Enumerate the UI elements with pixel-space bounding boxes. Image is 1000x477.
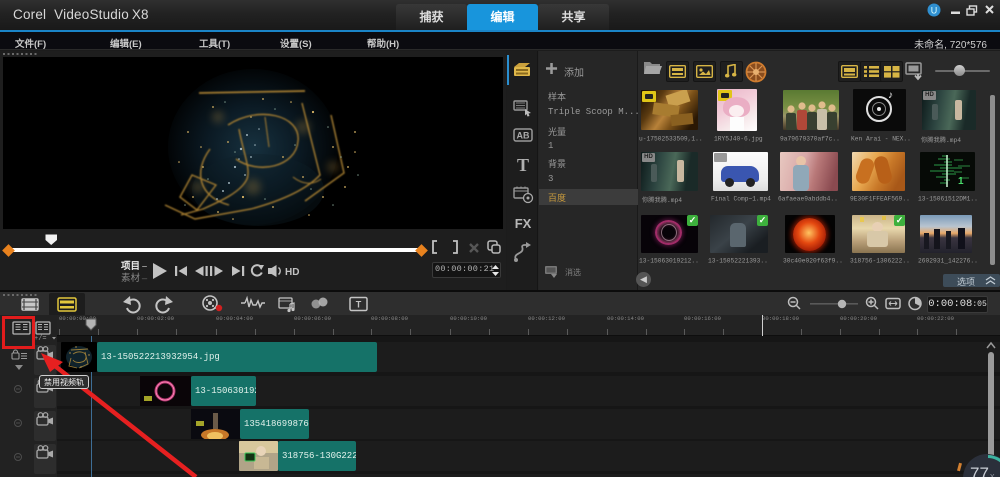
svg-text:AB: AB	[517, 131, 530, 141]
svg-text:77: 77	[970, 464, 989, 477]
svg-text:+/=: +/=	[34, 335, 47, 343]
svg-text:HD: HD	[285, 267, 299, 278]
svg-text:T: T	[517, 155, 529, 175]
svg-text:1: 1	[958, 176, 964, 187]
svg-text:T: T	[356, 300, 362, 310]
svg-text:x: x	[990, 471, 995, 477]
svg-text:U: U	[931, 6, 938, 16]
svg-text:FX: FX	[515, 216, 532, 231]
